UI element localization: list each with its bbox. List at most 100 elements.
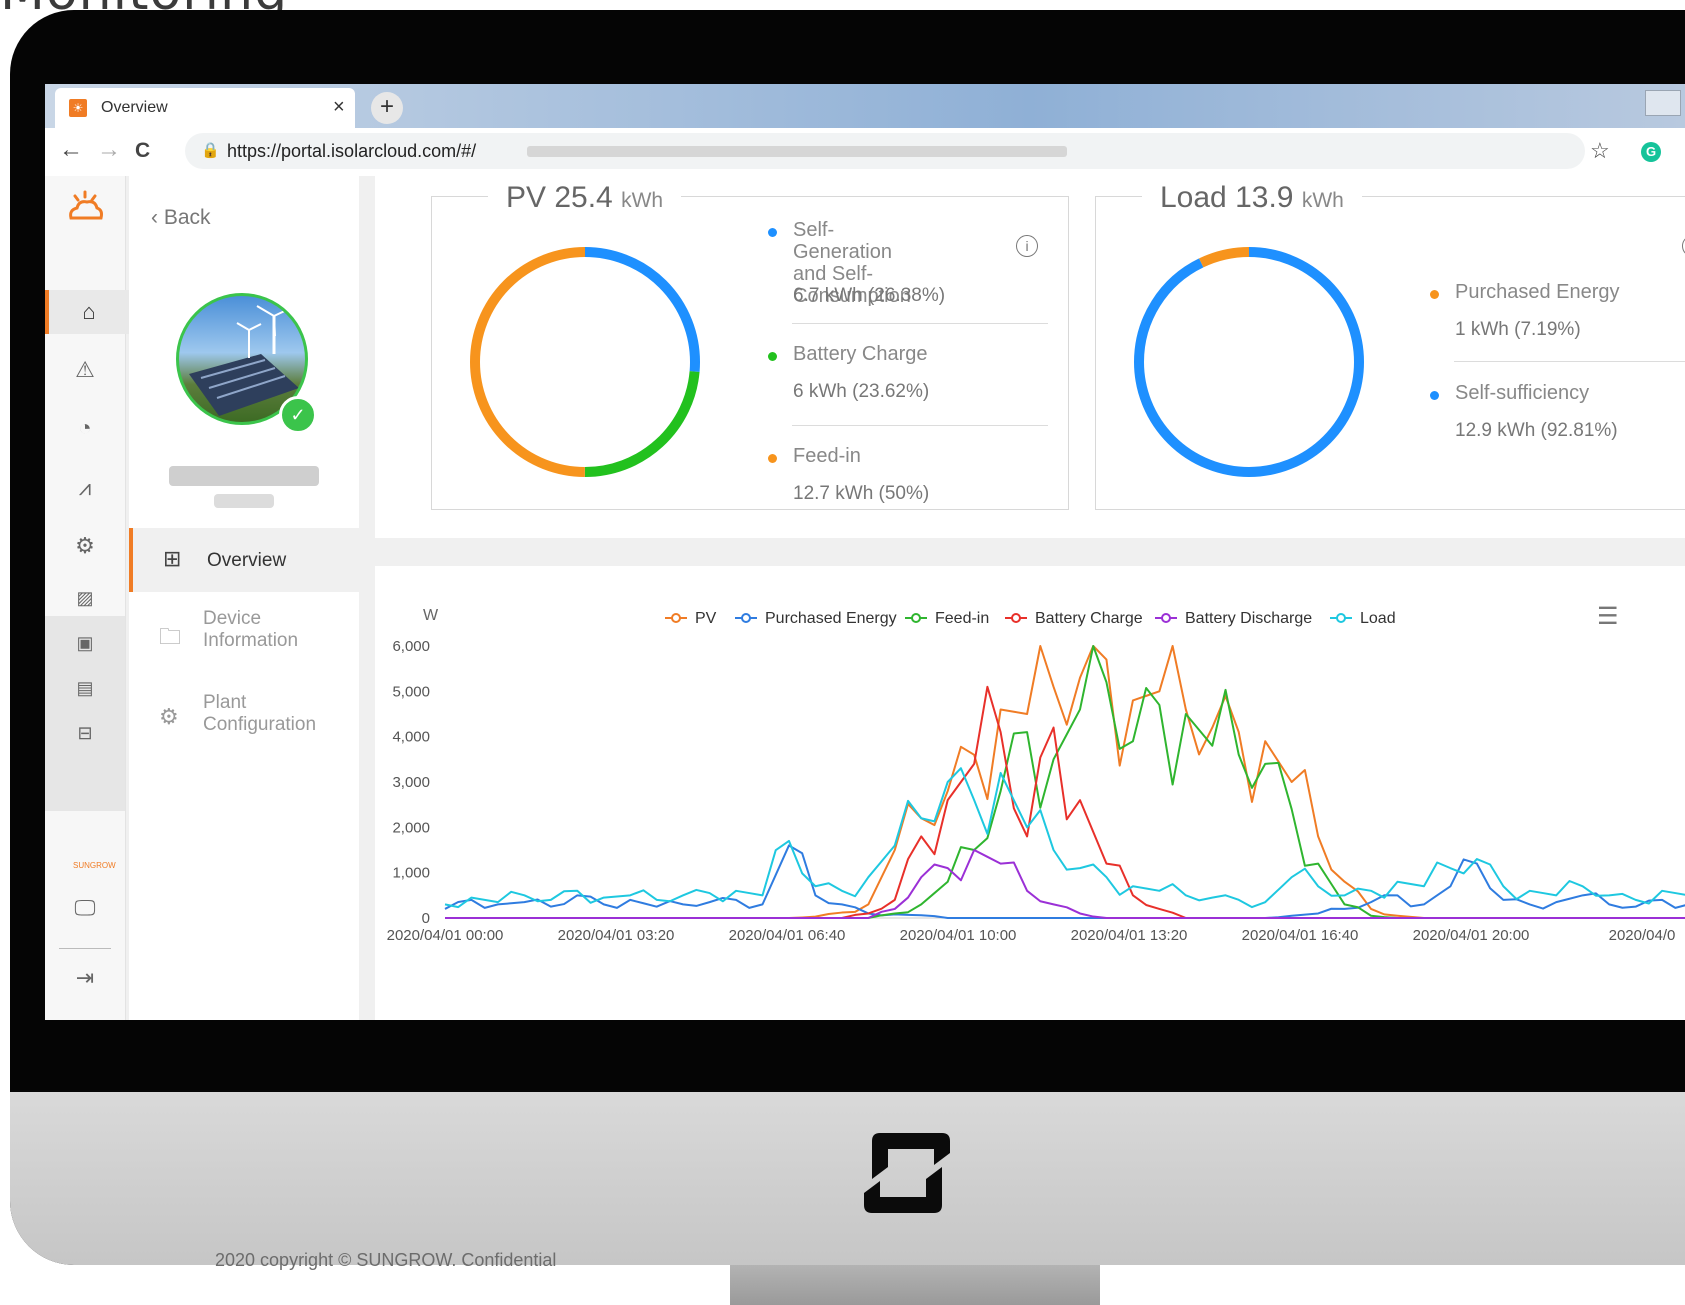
home-icon[interactable]: ⌂ (45, 290, 129, 334)
svg-text:Battery Discharge: Battery Discharge (1185, 610, 1312, 627)
legend-item-battery-charge[interactable]: Battery Charge (1005, 610, 1143, 627)
x-tick-label: 2020/04/01 16:40 (1242, 927, 1359, 944)
folder-icon: 🗀 (159, 624, 182, 649)
logout-icon[interactable]: ⇥ (45, 956, 125, 1000)
legend-divider (792, 425, 1048, 426)
pv-card-title: PV 25.4 kWh (488, 181, 682, 215)
copyright-text: 2020 copyright © SUNGROW. Confidential (215, 1250, 557, 1270)
statistics-pie-icon[interactable]: ◔ (45, 406, 125, 450)
legend-value: 1 kWh (7.19%) (1455, 319, 1581, 340)
y-tick-label: 2,000 (392, 819, 430, 836)
forward-arrow-icon[interactable]: → (97, 136, 121, 164)
legend-value: 12.9 kWh (92.81%) (1455, 420, 1618, 441)
app-body: ⌂ ⚠ ◔ ⩘ ⚙ ▨ ▣ ▤ ⊟ SUNGROW 🖵 ⇥ ‹ Back ✓ ⊞… (45, 176, 1685, 1020)
legend-item-load[interactable]: Load (1330, 610, 1396, 627)
legend-dot (768, 228, 777, 237)
svg-text:Load: Load (1360, 610, 1396, 627)
svg-text:PV: PV (695, 610, 717, 627)
isolarcloud-logo-icon (69, 190, 103, 220)
icon-sidebar: ⌂ ⚠ ◔ ⩘ ⚙ ▨ ▣ ▤ ⊟ SUNGROW 🖵 ⇥ (45, 176, 129, 1020)
y-tick-label: 5,000 (392, 683, 430, 700)
y-tick-label: 4,000 (392, 729, 430, 746)
monitor-settings-icon[interactable]: 🖵 (45, 886, 125, 930)
tab-close-button[interactable]: × (333, 96, 345, 119)
device-icon[interactable]: ▣ (45, 621, 125, 665)
grid-icon: ⊞ (163, 546, 182, 571)
fault-icon[interactable]: ▤ (45, 666, 125, 710)
online-check-icon: ✓ (279, 396, 317, 434)
plant-subtitle-redacted (214, 494, 274, 508)
gear-icon: ⚙ (159, 704, 179, 729)
power-chart-panel: W 0 1,000 2,000 3,000 4,000 5,000 6,000 2020/04/… (375, 566, 1685, 1020)
legend-label: Self-sufficiency (1455, 382, 1590, 404)
legend-divider (1454, 361, 1685, 362)
legend-item-purchased-energy[interactable]: Purchased Energy (735, 610, 897, 627)
svg-text:Purchased Energy: Purchased Energy (765, 610, 897, 627)
plant-sidenav: ‹ Back ✓ ⊞ Overview 🗀 Device Information… (129, 176, 363, 1020)
back-label: Back (163, 206, 211, 229)
x-tick-label: 2020/04/01 10:00 (900, 927, 1017, 944)
x-tick-label: 2020/04/01 13:20 (1071, 927, 1188, 944)
series-line-battery-discharge (445, 849, 1685, 919)
legend-value: 6.7 kWh (26.38%) (793, 285, 946, 306)
back-arrow-icon[interactable]: ← (59, 136, 83, 164)
energy-summary-panel: PV 25.4 kWh i Self-Generation and Self- … (375, 176, 1685, 538)
url-text: https://portal.isolarcloud.com/#/ (227, 141, 477, 161)
info-icon[interactable]: i (1016, 235, 1038, 257)
nav-plant-configuration-label: Plant Configuration (203, 692, 317, 735)
y-tick-label: 3,000 (392, 774, 430, 791)
monitor-chin (10, 1092, 1685, 1265)
report-icon[interactable]: ▨ (45, 576, 125, 620)
lock-icon: 🔒 (201, 142, 220, 159)
pv-card: PV 25.4 kWh i Self-Generation and Self- … (431, 181, 1069, 510)
url-field[interactable]: 🔒 https://portal.isolarcloud.com/#/ (185, 133, 1585, 169)
nav-device-information-label: Device Information (203, 608, 299, 651)
nav-plant-configuration[interactable]: ⚙ Plant Configuration (129, 684, 359, 748)
legend-divider (792, 323, 1048, 324)
browser-tab[interactable]: ☀ Overview × (55, 88, 355, 128)
new-tab-button[interactable]: + (371, 92, 403, 124)
series-line-pv (445, 645, 1685, 919)
alarm-icon[interactable]: ⚠ (45, 348, 125, 392)
power-line-chart: W 0 1,000 2,000 3,000 4,000 5,000 6,000 2020/04/… (387, 607, 1685, 944)
load-card-title: Load 13.9 kWh (1142, 181, 1362, 215)
monitor-stand (730, 1265, 1100, 1305)
legend-item-battery-discharge[interactable]: Battery Discharge (1155, 610, 1312, 627)
x-tick-label: 2020/04/01 06:40 (729, 927, 846, 944)
bookmark-star-icon[interactable]: ☆ (1590, 138, 1610, 164)
analysis-chart-icon[interactable]: ⩘ (45, 466, 125, 510)
plant-name-redacted (169, 466, 319, 486)
y-tick-label: 1,000 (392, 865, 430, 882)
y-tick-label: 0 (422, 910, 430, 927)
x-tick-label: 2020/04/01 03:20 (558, 927, 675, 944)
legend-item-feed-in[interactable]: Feed-in (905, 610, 989, 627)
legend-label: Battery Charge (793, 343, 928, 365)
nav-overview[interactable]: ⊞ Overview (129, 528, 363, 592)
reload-icon[interactable]: C (135, 139, 150, 163)
network-icon[interactable]: ⊟ (45, 711, 125, 755)
brand-mark-icon (864, 1133, 950, 1213)
donut-segment (1134, 247, 1364, 477)
iconbar-divider (59, 948, 111, 949)
legend-label: Feed-in (793, 445, 861, 467)
svg-text:Feed-in: Feed-in (935, 610, 989, 627)
svg-text:Battery Charge: Battery Charge (1035, 610, 1143, 627)
browser-addressbar: ← → C 🔒 https://portal.isolarcloud.com/#… (45, 128, 1685, 177)
legend-label: Purchased Energy (1455, 281, 1620, 303)
y-tick-label: 6,000 (392, 638, 430, 655)
legend-value: 12.7 kWh (50%) (793, 483, 930, 504)
legend-dot (768, 454, 777, 463)
chart-menu-icon[interactable]: ☰ (1597, 602, 1619, 631)
back-link[interactable]: ‹ Back (151, 206, 211, 230)
series-line-feed-in (445, 645, 1685, 919)
legend-item-pv[interactable]: PV (665, 610, 717, 627)
legend-dot (768, 352, 777, 361)
grammarly-extension-icon[interactable]: G (1641, 142, 1661, 162)
minimize-button[interactable] (1645, 90, 1681, 116)
load-card: Load 13.9 kWh i Purchased Energy 1 kWh (… (1095, 181, 1685, 510)
mini-brand-mark: SUNGROW (73, 861, 116, 870)
settings-gears-icon[interactable]: ⚙ (45, 524, 125, 568)
x-tick-label: 2020/04/0 (1609, 927, 1676, 944)
chevron-left-icon: ‹ (151, 206, 164, 229)
nav-device-information[interactable]: 🗀 Device Information (129, 600, 359, 664)
